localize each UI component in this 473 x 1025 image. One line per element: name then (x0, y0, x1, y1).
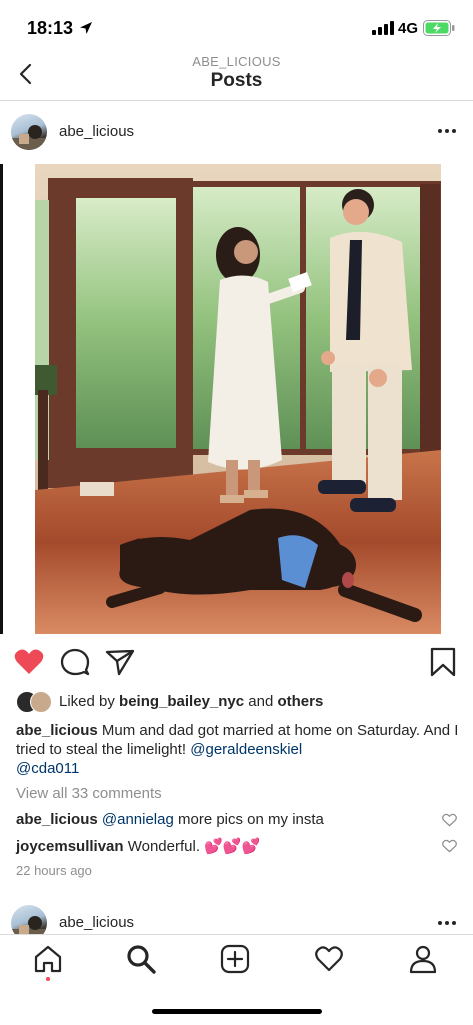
comment-text: more pics on my insta (173, 811, 324, 828)
comment-user[interactable]: joycemsullivan (16, 838, 124, 855)
post-username[interactable]: abe_licious (59, 123, 134, 140)
nav-header: ABE_LICIOUS Posts (0, 50, 473, 101)
post-timestamp: 22 hours ago (16, 863, 92, 878)
avatar[interactable] (11, 905, 47, 935)
share-icon[interactable] (104, 646, 136, 678)
comment-icon[interactable] (59, 646, 91, 678)
heart-filled-icon[interactable] (13, 646, 45, 678)
comment-mention[interactable]: @annielag (102, 811, 174, 828)
post-actions (0, 646, 473, 680)
caption: abe_licious Mum and dad got married at h… (16, 721, 466, 778)
likes-text[interactable]: Liked by being_bailey_nyc and others (59, 693, 323, 710)
likes-row[interactable]: Liked by being_bailey_nyc and others (16, 690, 466, 714)
location-arrow-icon (80, 22, 92, 34)
comment-text: Wonderful. 💕💕💕 (123, 838, 261, 855)
comment-user[interactable]: abe_licious (16, 811, 98, 828)
comment-item: joycemsullivan Wonderful. 💕💕💕 (16, 837, 436, 855)
more-dots-icon[interactable] (437, 127, 457, 135)
likes-middle: and (244, 693, 278, 710)
page-title: Posts (210, 70, 263, 91)
home-indicator (152, 1009, 322, 1014)
status-time: 18:13 (27, 18, 74, 38)
signal-icon (372, 21, 394, 35)
status-bar: 18:13 4G (0, 0, 473, 56)
caption-username[interactable]: abe_licious (16, 722, 98, 739)
next-post-header: abe_licious (0, 903, 473, 935)
caption-mention[interactable]: @geraldeenskiel (190, 741, 302, 758)
post-header: abe_licious (0, 108, 473, 158)
avatar[interactable] (11, 114, 47, 150)
activity-heart-icon[interactable] (313, 943, 345, 975)
network-type: 4G (398, 20, 419, 37)
post-photo[interactable] (0, 160, 473, 634)
caption-mention[interactable]: @cda011 (16, 760, 79, 777)
likes-user[interactable]: being_bailey_nyc (119, 693, 244, 710)
add-icon[interactable] (219, 943, 251, 975)
post-username[interactable]: abe_licious (59, 914, 134, 931)
home-notification-dot (46, 977, 50, 981)
nav-subtitle: ABE_LICIOUS (192, 54, 281, 69)
heart-outline-icon[interactable] (442, 813, 457, 827)
likes-others[interactable]: others (277, 693, 323, 710)
more-dots-icon[interactable] (437, 919, 457, 927)
battery-icon (423, 20, 455, 36)
heart-outline-icon[interactable] (442, 839, 457, 853)
view-all-comments-link[interactable]: View all 33 comments (16, 785, 162, 802)
profile-icon[interactable] (407, 943, 439, 975)
home-icon[interactable] (32, 943, 64, 975)
bookmark-icon[interactable] (427, 646, 459, 678)
likes-prefix: Liked by (59, 693, 120, 710)
post-photo-illustration (0, 160, 473, 634)
comment-item: abe_licious @annielag more pics on my in… (16, 811, 436, 828)
search-icon[interactable] (125, 943, 157, 975)
liker-avatar (30, 691, 52, 713)
